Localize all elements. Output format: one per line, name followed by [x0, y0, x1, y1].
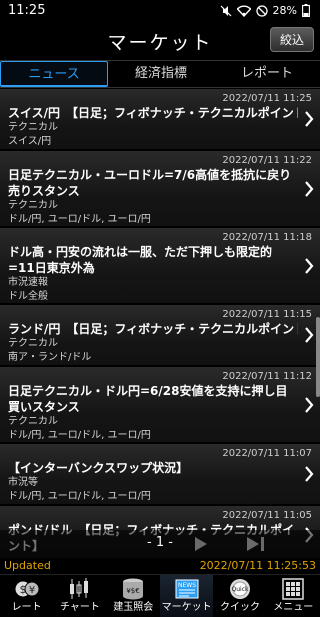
do-not-disturb-icon: [255, 4, 268, 17]
nav-chart[interactable]: チャート: [53, 575, 106, 617]
chevron-right-icon: [305, 111, 314, 127]
svg-text:NEWS: NEWS: [178, 582, 196, 589]
page-indicator: - 1 -: [147, 535, 173, 550]
news-date: 2022/07/11 11:25: [222, 93, 312, 104]
svg-text:¥$€: ¥$€: [127, 587, 140, 595]
tab-bar: ニュース 経済指標 レポート: [0, 60, 320, 88]
news-title: 【インターバンクスワップ状況】: [8, 461, 189, 475]
quick-icon: Quick: [229, 579, 250, 599]
nav-label: レート: [11, 602, 42, 613]
news-item[interactable]: 2022/07/11 11:12 日足テクニカル・ドル円=6/28安値を支持に押…: [0, 367, 320, 444]
nav-market[interactable]: NEWS マーケット: [159, 575, 214, 617]
battery-icon: [302, 4, 310, 17]
status-icons: 28%: [220, 4, 310, 17]
news-title: 日足テクニカル・ユーロドル=7/6高値を抵抗に戻り売りスタンス: [8, 168, 292, 198]
news-item[interactable]: 2022/07/11 11:18 ドル高・円安の流れは一服、ただ下押しも限定的=…: [0, 228, 320, 305]
scrollbar-thumb[interactable]: [316, 317, 320, 397]
news-category: テクニカル: [8, 200, 58, 211]
news-date: 2022/07/11 11:22: [222, 155, 312, 166]
news-instruments: ドル全般: [8, 291, 48, 302]
status-time: 11:25: [8, 3, 46, 18]
news-date: 2022/07/11 11:07: [222, 448, 312, 459]
news-category: テクニカル: [8, 416, 58, 427]
nav-label: メニュー: [273, 602, 314, 613]
news-date: 2022/07/11 11:12: [222, 371, 312, 382]
nav-menu[interactable]: メニュー: [267, 575, 320, 617]
updated-time: 2022/07/11 11:25:53: [199, 559, 316, 572]
app-header: マーケット 絞込: [0, 24, 320, 60]
news-category: 市況等: [8, 477, 38, 488]
updated-label: Updated: [4, 559, 51, 572]
news-instruments: ドル/円, ユーロ/ドル, ユーロ/円: [8, 214, 151, 225]
chevron-right-icon: [305, 466, 314, 482]
news-item[interactable]: 2022/07/11 11:15 ランド/円 【日足；フィボナッチ・テクニカルポ…: [0, 305, 320, 367]
tab-economic-indicators[interactable]: 経済指標: [108, 61, 214, 87]
next-page-icon[interactable]: [194, 536, 208, 552]
news-instruments: スイス/円: [8, 136, 52, 147]
chevron-right-icon: [305, 327, 314, 343]
wifi-icon: [236, 5, 251, 17]
news-category: テクニカル: [8, 122, 58, 133]
tab-reports[interactable]: レポート: [214, 61, 320, 87]
position-icon: ¥$€: [123, 578, 144, 600]
news-date: 2022/07/11 11:05: [222, 510, 312, 521]
nav-rate[interactable]: $ ¥ レート: [0, 575, 53, 617]
news-item[interactable]: 2022/07/11 11:22 日足テクニカル・ユーロドル=7/6高値を抵抗に…: [0, 151, 320, 228]
battery-percent: 28%: [272, 4, 297, 17]
bottom-nav: $ ¥ レート チャート ¥$€ 建玉照会 NEWS マーケット Quick ク…: [0, 574, 320, 617]
tab-news[interactable]: ニュース: [0, 61, 108, 87]
news-title: ランド/円 【日足；フィボナッチ・テクニカルポイント】: [8, 322, 298, 336]
menu-icon: [282, 578, 305, 600]
news-list: 2022/07/11 11:25 スイス/円 【日足；フィボナッチ・テクニカルポ…: [0, 89, 320, 559]
chevron-right-icon: [305, 396, 314, 413]
news-item[interactable]: 2022/07/11 11:07 【インターバンクスワップ状況】 市況等 ドル/…: [0, 444, 320, 506]
news-icon: NEWS: [175, 579, 199, 599]
news-date: 2022/07/11 11:18: [222, 232, 312, 243]
news-title: 日足テクニカル・ドル円=6/28安値を支持に押し目買いスタンス: [8, 384, 288, 414]
nav-label: クイック: [219, 602, 260, 613]
chevron-right-icon: [305, 257, 314, 274]
nav-quick[interactable]: Quick クイック: [213, 575, 266, 617]
mute-icon: [220, 5, 231, 16]
news-category: 市況速報: [8, 277, 48, 288]
pager: - 1 -: [0, 530, 320, 558]
filter-button[interactable]: 絞込: [270, 27, 314, 52]
news-title: スイス/円 【日足；フィボナッチ・テクニカルポイント】: [8, 106, 298, 120]
updated-bar: Updated 2022/07/11 11:25:53: [0, 558, 320, 574]
status-bar: 11:25 28%: [0, 0, 320, 24]
rate-icon: $ ¥: [15, 581, 40, 597]
nav-label: マーケット: [161, 602, 212, 613]
news-title: ドル高・円安の流れは一服、ただ下押しも限定的=11日東京外為: [8, 245, 273, 275]
chart-icon: [69, 578, 88, 599]
news-instruments: ドル/円, ユーロ/ドル, ユーロ/円: [8, 491, 151, 502]
news-instruments: 南ア・ランド/ドル: [8, 352, 92, 363]
news-date: 2022/07/11 11:15: [222, 309, 312, 320]
nav-positions[interactable]: ¥$€ 建玉照会: [107, 575, 160, 617]
svg-text:Quick: Quick: [231, 586, 248, 593]
svg-text:¥: ¥: [28, 585, 34, 596]
nav-label: 建玉照会: [113, 602, 154, 613]
news-instruments: ドル/円, ユーロ/ドル, ユーロ/円: [8, 430, 151, 441]
nav-label: チャート: [60, 602, 100, 613]
news-item[interactable]: 2022/07/11 11:25 スイス/円 【日足；フィボナッチ・テクニカルポ…: [0, 89, 320, 151]
last-page-icon[interactable]: [246, 536, 266, 552]
news-category: テクニカル: [8, 338, 58, 349]
chevron-right-icon: [305, 180, 314, 197]
